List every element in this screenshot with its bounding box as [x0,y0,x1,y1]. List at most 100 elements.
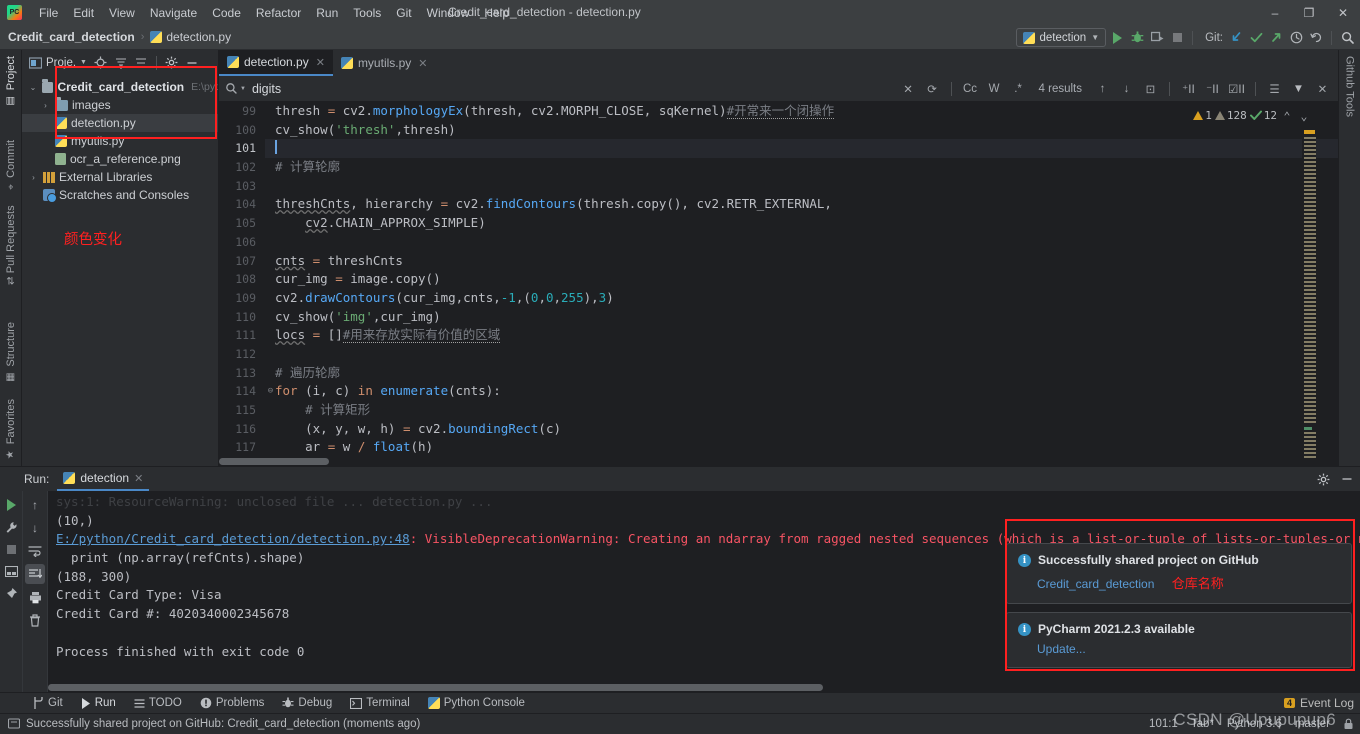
menu-item-file[interactable]: File [32,3,65,23]
close-button[interactable]: ✕ [1326,0,1360,25]
tool-button-problems[interactable]: Problems [191,693,274,714]
git-push-icon[interactable] [1267,28,1285,47]
minimize-button[interactable]: – [1258,0,1292,25]
tree-row-images[interactable]: › images [22,96,218,114]
sidebar-item-commit[interactable]: ⌖ Commit [2,134,20,199]
editor-hscrollbar[interactable] [219,458,1338,466]
next-match-icon[interactable]: ↓ [1117,79,1136,98]
maximize-button[interactable]: ❐ [1292,0,1326,25]
menu-item-git[interactable]: Git [389,3,418,23]
project-tree[interactable]: ⌄ Credit_card_detection E:\pyt › images … [22,75,218,466]
add-occurrence-icon[interactable]: ⁺ⅠⅠ [1179,79,1198,98]
hide-panel-icon[interactable] [183,53,201,72]
menu-item-navigate[interactable]: Navigate [143,3,204,23]
find-input[interactable]: ▼ digits [225,79,894,99]
tree-row-project-root[interactable]: ⌄ Credit_card_detection E:\pyt [22,78,218,96]
sidebar-item-pull-requests[interactable]: ⇅ Pull Requests [2,199,20,292]
close-icon[interactable]: ✕ [316,56,325,69]
expand-all-icon[interactable] [112,53,130,72]
prev-match-icon[interactable]: ↑ [1093,79,1112,98]
menu-item-code[interactable]: Code [205,3,248,23]
settings-gear-icon[interactable] [1314,470,1332,489]
run-with-coverage-icon[interactable] [1148,28,1166,47]
hide-panel-icon[interactable] [1338,470,1356,489]
breadcrumb-file[interactable]: detection.py [166,30,231,44]
chevron-right-icon[interactable]: › [28,173,39,182]
tree-row-ocr-reference-png[interactable]: ocr_a_reference.png [22,150,218,168]
git-branch-label[interactable]: master [1295,718,1330,730]
menu-item-run[interactable]: Run [309,3,345,23]
remove-occurrence-icon[interactable]: ⁻ⅠⅠ [1203,79,1222,98]
event-log-area[interactable]: 4 Event Log [1284,696,1354,710]
tool-button-python-console[interactable]: Python Console [419,693,534,714]
match-case-toggle[interactable]: Cc [961,79,980,98]
project-view-selector[interactable]: Proje. ▼ [26,57,90,69]
scroll-down-icon[interactable]: ↓ [25,518,45,538]
code-fold-icon[interactable]: ⊖ [266,382,275,401]
tool-button-git[interactable]: Git [24,693,72,714]
stop-icon[interactable] [1,539,21,559]
layout-icon[interactable] [1,561,21,581]
menu-item-edit[interactable]: Edit [66,3,101,23]
console-hscroll-thumb[interactable] [48,684,823,691]
locate-icon[interactable] [92,53,110,72]
pin-icon[interactable] [1,583,21,603]
run-tab-detection[interactable]: detection ✕ [57,467,149,491]
notification-update-link[interactable]: Update... [1037,642,1086,656]
rerun-search-icon[interactable]: ⟳ [923,79,942,98]
rerun-icon[interactable] [1,495,21,515]
breadcrumb[interactable]: Credit_card_detection › detection.py [8,30,231,44]
editor-hscroll-thumb[interactable] [219,458,329,465]
settings-wrench-icon[interactable] [1,517,21,537]
notification-link[interactable]: Credit_card_detection [1037,577,1154,591]
minimap[interactable] [1303,130,1316,454]
status-message-area[interactable]: Successfully shared project on GitHub: C… [8,718,420,730]
clear-icon[interactable]: ✕ [899,79,918,98]
regex-toggle[interactable]: .* [1009,79,1028,98]
search-everywhere-icon[interactable] [1338,28,1356,47]
stop-icon[interactable] [1168,28,1186,47]
tool-button-debug[interactable]: Debug [273,693,341,714]
sidebar-item-github-tools[interactable]: Github Tools [1341,50,1359,123]
warning-count[interactable]: 1 [1193,109,1212,122]
next-problem-icon[interactable]: ⌄ [1297,106,1311,125]
close-find-icon[interactable]: ✕ [1313,79,1332,98]
event-log-label[interactable]: Event Log [1300,696,1354,710]
notification-github-share[interactable]: i Successfully shared project on GitHub … [1006,543,1352,604]
select-all-icon[interactable]: ☑ⅠⅠ [1227,79,1246,98]
history-icon[interactable] [1287,28,1305,47]
window-controls[interactable]: – ❐ ✕ [1258,0,1360,25]
tree-row-scratches-and-consoles[interactable]: Scratches and Consoles [22,186,218,204]
tab-myutils-py[interactable]: myutils.py ✕ [333,50,436,76]
sidebar-item-favorites[interactable]: ★ Favorites [2,389,20,466]
tree-row-detection-py[interactable]: detection.py [22,114,218,132]
console-link[interactable]: E:/python/Credit_card_detection/detectio… [56,531,410,546]
soft-wrap-icon[interactable] [25,541,45,561]
print-icon[interactable] [25,587,45,607]
tab-detection-py[interactable]: detection.py ✕ [219,50,333,76]
git-commit-icon[interactable] [1247,28,1265,47]
scroll-to-end-icon[interactable] [25,564,45,584]
tool-button-terminal[interactable]: Terminal [341,693,418,714]
find-dropdown-icon[interactable]: ▼ [225,82,246,95]
code-content[interactable]: thresh = cv2.morphologyEx(thresh, cv2.MO… [265,102,1338,458]
run-configuration-selector[interactable]: detection ▼ [1016,28,1107,47]
interpreter-label[interactable]: Python 3.6 [1227,718,1282,730]
menu-bar[interactable]: File Edit View Navigate Code Refactor Ru… [32,3,516,23]
weak-warning-count[interactable]: 128 [1215,109,1247,122]
rollback-icon[interactable] [1307,28,1325,47]
collapse-all-icon[interactable] [132,53,150,72]
close-icon[interactable]: ✕ [134,472,143,485]
menu-item-view[interactable]: View [102,3,142,23]
caret-position[interactable]: 101:1 [1149,718,1178,730]
close-icon[interactable]: ✕ [418,57,427,70]
tree-row-external-libraries[interactable]: › External Libraries [22,168,218,186]
menu-item-refactor[interactable]: Refactor [249,3,308,23]
error-stripe[interactable] [1302,102,1316,458]
menu-item-tools[interactable]: Tools [346,3,388,23]
filter-icon[interactable]: ▼ [1289,79,1308,98]
run-icon[interactable] [1108,28,1126,47]
breadcrumb-project[interactable]: Credit_card_detection [8,30,135,44]
notification-pycharm-update[interactable]: i PyCharm 2021.2.3 available Update... [1006,612,1352,668]
sidebar-item-project[interactable]: ▤ Project [2,50,20,112]
